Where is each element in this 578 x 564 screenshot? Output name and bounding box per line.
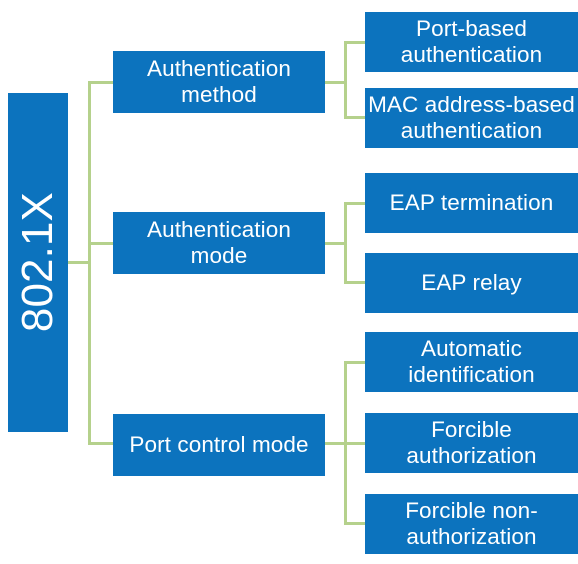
node-automatic-identification[interactable]: Automatic identification xyxy=(365,332,578,392)
node-authentication-method[interactable]: Authentication method xyxy=(113,51,325,113)
connector-trunk-to-auth-mode xyxy=(88,242,113,245)
node-automatic-identification-label: Automatic identification xyxy=(408,336,535,387)
node-eap-relay[interactable]: EAP relay xyxy=(365,253,578,313)
connector-trunk-to-port-mode xyxy=(88,442,113,445)
node-authentication-mode[interactable]: Authentication mode xyxy=(113,212,325,274)
node-eap-termination-label: EAP termination xyxy=(389,190,554,216)
node-root-802-1x[interactable]: 802.1X xyxy=(8,93,68,432)
connector-main-trunk xyxy=(88,81,91,445)
connector-trunk-to-auth-method xyxy=(88,81,113,84)
node-mac-address-based-authentication[interactable]: MAC address-based authentication xyxy=(365,88,578,148)
node-forcible-authorization[interactable]: Forcible authorization xyxy=(365,413,578,473)
connector-group2-to-eap-relay xyxy=(344,281,366,284)
connector-group1-to-port-based xyxy=(344,41,366,44)
node-authentication-method-label: Authentication method xyxy=(146,56,291,107)
node-eap-relay-label: EAP relay xyxy=(421,270,522,296)
node-forcible-non-authorization-label: Forcible non-authorization xyxy=(405,498,538,549)
node-port-control-mode[interactable]: Port control mode xyxy=(113,414,325,476)
connector-group2-to-eap-termination xyxy=(344,202,366,205)
node-forcible-authorization-label: Forcible authorization xyxy=(406,417,537,468)
connector-group3-to-forcible-authorization xyxy=(344,442,366,445)
node-forcible-non-authorization[interactable]: Forcible non-authorization xyxy=(365,494,578,554)
connector-group1-trunk xyxy=(344,41,347,119)
node-mac-address-based-authentication-label: MAC address-based authentication xyxy=(368,92,575,143)
connector-group3-to-automatic-id xyxy=(344,361,366,364)
node-port-control-mode-label: Port control mode xyxy=(129,432,309,458)
diagram-canvas: 802.1X Authentication method Authenticat… xyxy=(0,0,578,564)
connector-group1-to-mac-based xyxy=(344,116,366,119)
node-root-label: 802.1X xyxy=(12,192,62,333)
node-port-based-authentication[interactable]: Port-based authentication xyxy=(365,12,578,72)
connector-group3-to-forcible-nonauthorization xyxy=(344,522,366,525)
node-eap-termination[interactable]: EAP termination xyxy=(365,173,578,233)
connector-group2-trunk xyxy=(344,202,347,283)
node-port-based-authentication-label: Port-based authentication xyxy=(400,16,543,67)
node-authentication-mode-label: Authentication mode xyxy=(146,217,291,268)
